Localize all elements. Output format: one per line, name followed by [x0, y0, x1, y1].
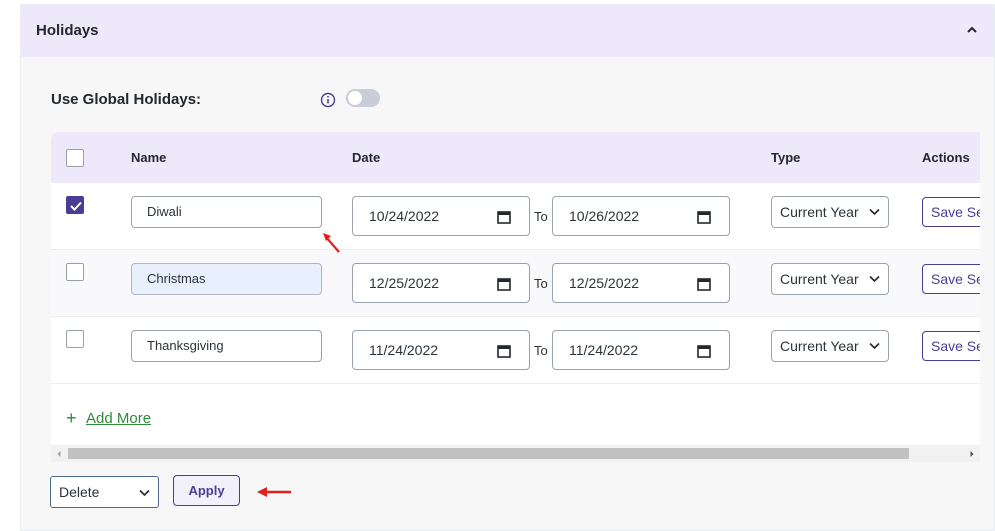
table-header: Name Date Type Actions — [51, 132, 980, 183]
holidays-panel: Holidays Use Global Holidays: Name Date … — [20, 4, 995, 531]
scroll-left-arrow-icon[interactable] — [55, 450, 63, 458]
table-row: Diwali 10/24/2022 To 10/26/2022 Current … — [51, 183, 980, 250]
row-checkbox[interactable] — [66, 263, 84, 281]
date-to-value: 11/24/2022 — [569, 342, 639, 358]
date-to-input[interactable]: 10/26/2022 — [552, 196, 730, 236]
check-icon — [70, 201, 82, 211]
table-row: Christmas 12/25/2022 To 12/25/2022 Curre… — [51, 250, 980, 317]
scrollbar-thumb[interactable] — [68, 448, 909, 459]
type-select[interactable]: Current Year — [771, 196, 889, 228]
calendar-icon[interactable] — [697, 277, 711, 291]
annotation-arrow-icon — [323, 233, 340, 253]
info-icon[interactable] — [320, 92, 336, 108]
date-from-input[interactable]: 10/24/2022 — [352, 196, 530, 236]
select-all-checkbox[interactable] — [66, 149, 84, 167]
type-select[interactable]: Current Year — [771, 330, 889, 362]
to-label: To — [534, 276, 548, 291]
add-more-link[interactable]: + Add More — [66, 408, 151, 429]
date-from-input[interactable]: 11/24/2022 — [352, 330, 530, 370]
type-select-value: Current Year — [780, 271, 859, 287]
type-select-value: Current Year — [780, 204, 859, 220]
column-header-date: Date — [352, 150, 381, 165]
row-checkbox[interactable] — [66, 330, 84, 348]
plus-icon: + — [66, 408, 77, 428]
chevron-down-icon — [139, 489, 150, 497]
panel-header[interactable]: Holidays — [21, 5, 994, 57]
global-holidays-toggle[interactable] — [346, 89, 380, 107]
save-button[interactable]: Save Se — [922, 197, 980, 227]
date-from-value: 10/24/2022 — [369, 208, 440, 224]
save-button[interactable]: Save Se — [922, 264, 980, 294]
add-more-label: Add More — [86, 410, 152, 427]
date-to-value: 10/26/2022 — [569, 208, 640, 224]
chevron-down-icon — [869, 342, 880, 350]
chevron-down-icon — [869, 275, 880, 283]
table-row: Thanksgiving 11/24/2022 To 11/24/2022 Cu… — [51, 317, 980, 384]
column-header-name: Name — [131, 150, 167, 165]
holiday-name-input[interactable]: Thanksgiving — [131, 330, 322, 362]
holiday-name-input[interactable]: Diwali — [131, 196, 322, 228]
save-button[interactable]: Save Se — [922, 331, 980, 361]
column-header-actions: Actions — [922, 150, 970, 165]
date-to-value: 12/25/2022 — [569, 275, 640, 291]
scroll-right-arrow-icon[interactable] — [968, 450, 976, 458]
chevron-down-icon — [869, 208, 880, 216]
type-select[interactable]: Current Year — [771, 263, 889, 295]
date-from-value: 12/25/2022 — [369, 275, 440, 291]
bulk-action-select[interactable]: Delete — [50, 476, 159, 508]
calendar-icon[interactable] — [497, 344, 511, 358]
date-from-input[interactable]: 12/25/2022 — [352, 263, 530, 303]
row-checkbox[interactable] — [66, 196, 84, 214]
holidays-table: Name Date Type Actions Diwali 10/24/2022… — [51, 132, 980, 462]
chevron-up-icon[interactable] — [965, 24, 979, 36]
horizontal-scrollbar[interactable] — [51, 445, 980, 462]
panel-title: Holidays — [36, 22, 99, 39]
date-to-input[interactable]: 11/24/2022 — [552, 330, 730, 370]
to-label: To — [534, 209, 548, 224]
date-from-value: 11/24/2022 — [369, 342, 439, 358]
apply-button[interactable]: Apply — [173, 475, 240, 506]
column-header-type: Type — [771, 150, 801, 165]
annotation-arrow-icon — [257, 487, 291, 497]
holiday-name-input[interactable]: Christmas — [131, 263, 322, 295]
bulk-action-value: Delete — [59, 484, 100, 500]
toggle-knob — [348, 91, 362, 105]
calendar-icon[interactable] — [697, 210, 711, 224]
calendar-icon[interactable] — [497, 210, 511, 224]
global-holidays-label: Use Global Holidays: — [51, 91, 202, 108]
calendar-icon[interactable] — [697, 344, 711, 358]
calendar-icon[interactable] — [497, 277, 511, 291]
type-select-value: Current Year — [780, 338, 859, 354]
to-label: To — [534, 343, 548, 358]
date-to-input[interactable]: 12/25/2022 — [552, 263, 730, 303]
